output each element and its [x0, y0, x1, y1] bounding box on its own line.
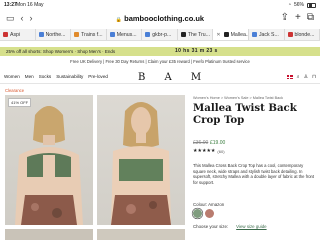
price-original: £36.00	[193, 140, 209, 146]
forward-icon[interactable]: ›	[30, 13, 33, 24]
size-row: Choose your size: View size guide	[193, 224, 317, 229]
tab-mallea[interactable]: ✕ Mallea...	[213, 29, 249, 40]
tab-trains[interactable]: Trains f...	[71, 29, 107, 40]
tabs-icon[interactable]: ⧉	[307, 12, 314, 23]
model-front-figure	[111, 102, 171, 225]
favicon-icon	[38, 32, 44, 37]
tab-menus[interactable]: Menus...	[107, 29, 143, 40]
close-tab-icon[interactable]: ✕	[216, 29, 220, 40]
tab-label: The Tru...	[187, 31, 211, 38]
favicon-icon	[74, 32, 80, 37]
product-image-back[interactable]: 41% OFF	[5, 95, 93, 225]
bag-icon[interactable]: ⊓	[312, 74, 316, 80]
tab-northern[interactable]: Northe...	[36, 29, 72, 40]
battery-percent: 56%	[293, 2, 304, 8]
colour-label: Colour: Amazon	[193, 202, 225, 207]
new-tab-icon[interactable]: +	[295, 12, 301, 23]
tab-the-tru[interactable]: The Tru...	[178, 29, 214, 40]
favicon-icon	[3, 32, 8, 37]
tab-label: Trains f...	[81, 31, 103, 38]
wifi-icon: ◔	[287, 2, 291, 8]
tab-aspi[interactable]: Aspi	[0, 29, 36, 40]
product-description: This Mallea Cross Back Crop Top has a co…	[193, 163, 315, 185]
swatch-green[interactable]	[193, 209, 202, 218]
rating-count: (60)	[217, 148, 225, 154]
favicon-icon	[180, 32, 186, 37]
back-icon[interactable]: ‹	[21, 13, 24, 24]
product-image-3[interactable]	[5, 229, 93, 240]
tab-label: Jack S...	[258, 31, 279, 38]
colour-swatches	[193, 209, 214, 218]
battery-icon	[307, 2, 316, 8]
promo-text: 25% off all shorts: Shop Women's · Shop …	[6, 49, 116, 54]
lock-icon: 🔒	[115, 17, 123, 23]
size-guide-link[interactable]: View size guide	[236, 224, 266, 229]
promo-banner[interactable]: 25% off all shorts: Shop Women's · Shop …	[0, 47, 320, 56]
sidebar-icon[interactable]: ▭	[6, 13, 15, 24]
breadcrumb[interactable]: Women's Home > Women's Sale > Mallea Twi…	[193, 96, 283, 100]
account-icon[interactable]: ♙	[304, 74, 308, 80]
tab-jack[interactable]: Jack S...	[249, 29, 285, 40]
product-rating[interactable]: ★★★★★ (60)	[193, 148, 225, 154]
promo-countdown: 10 hs 31 m 23 s	[175, 48, 218, 54]
swatch-rose[interactable]	[205, 209, 214, 218]
tab-label: gkbr-p...	[152, 31, 172, 38]
uk-flag-icon[interactable]	[286, 75, 293, 79]
status-bar: 13:27 Mon 16 May ◔ 56%	[0, 0, 320, 10]
status-time: 13:27	[4, 2, 17, 8]
url-text: bambooclothing.co.uk	[124, 14, 205, 23]
tab-label: blonde...	[294, 31, 315, 38]
product-image-4[interactable]	[97, 229, 185, 240]
model-back-figure	[15, 106, 83, 225]
tab-label: Northe...	[45, 31, 66, 38]
tab-gkbr[interactable]: gkbr-p...	[142, 29, 178, 40]
tab-blonde[interactable]: blonde...	[285, 29, 320, 40]
main-nav: Women Men Socks Sustainability Pre-loved	[4, 74, 108, 79]
tab-label: Menus...	[116, 31, 137, 38]
nav-men[interactable]: Men	[25, 74, 34, 79]
search-icon[interactable]: ⌕	[297, 74, 300, 80]
nav-sustainability[interactable]: Sustainability	[56, 74, 83, 79]
share-icon[interactable]: ⇪	[281, 12, 289, 23]
browser-toolbar: ▭ ‹ › 🔒 bambooclothing.co.uk ⇪ + ⧉	[0, 10, 320, 28]
tab-label: Aspi	[10, 31, 21, 38]
rating-stars-icon: ★★★★★	[193, 148, 216, 154]
toolbar-left: ▭ ‹ ›	[6, 13, 33, 24]
nav-socks[interactable]: Socks	[39, 74, 52, 79]
product-title: Mallea Twist Back Crop Top	[193, 102, 297, 126]
nav-women[interactable]: Women	[4, 74, 20, 79]
tab-bar: Aspi Northe... Trains f... Menus... gkbr…	[0, 29, 320, 41]
tab-label: Mallea...	[230, 31, 249, 38]
address-bar[interactable]: 🔒 bambooclothing.co.uk	[110, 13, 210, 25]
status-date: Mon 16 May	[16, 2, 44, 8]
size-label: Choose your size:	[193, 224, 229, 229]
favicon-icon	[287, 32, 293, 37]
favicon-icon	[145, 32, 151, 37]
clearance-label: Clearance	[5, 88, 25, 93]
delivery-strip: Free UK Delivery | Free 30 Day Returns |…	[70, 59, 250, 64]
site-logo[interactable]: B A M	[138, 72, 209, 83]
toolbar-right: ⇪ + ⧉	[281, 12, 314, 23]
favicon-icon	[251, 32, 257, 37]
product-image-front[interactable]	[97, 95, 185, 225]
discount-badge: 41% OFF	[8, 98, 32, 107]
header-icons: ⌕ ♙ ⊓	[286, 74, 316, 80]
favicon-icon	[223, 32, 229, 37]
site-header: Women Men Socks Sustainability Pre-loved…	[0, 70, 320, 84]
price-sale: £19.00	[210, 140, 226, 146]
nav-pre-loved[interactable]: Pre-loved	[88, 74, 108, 79]
status-right: ◔ 56%	[288, 2, 316, 8]
favicon-icon	[109, 32, 115, 37]
